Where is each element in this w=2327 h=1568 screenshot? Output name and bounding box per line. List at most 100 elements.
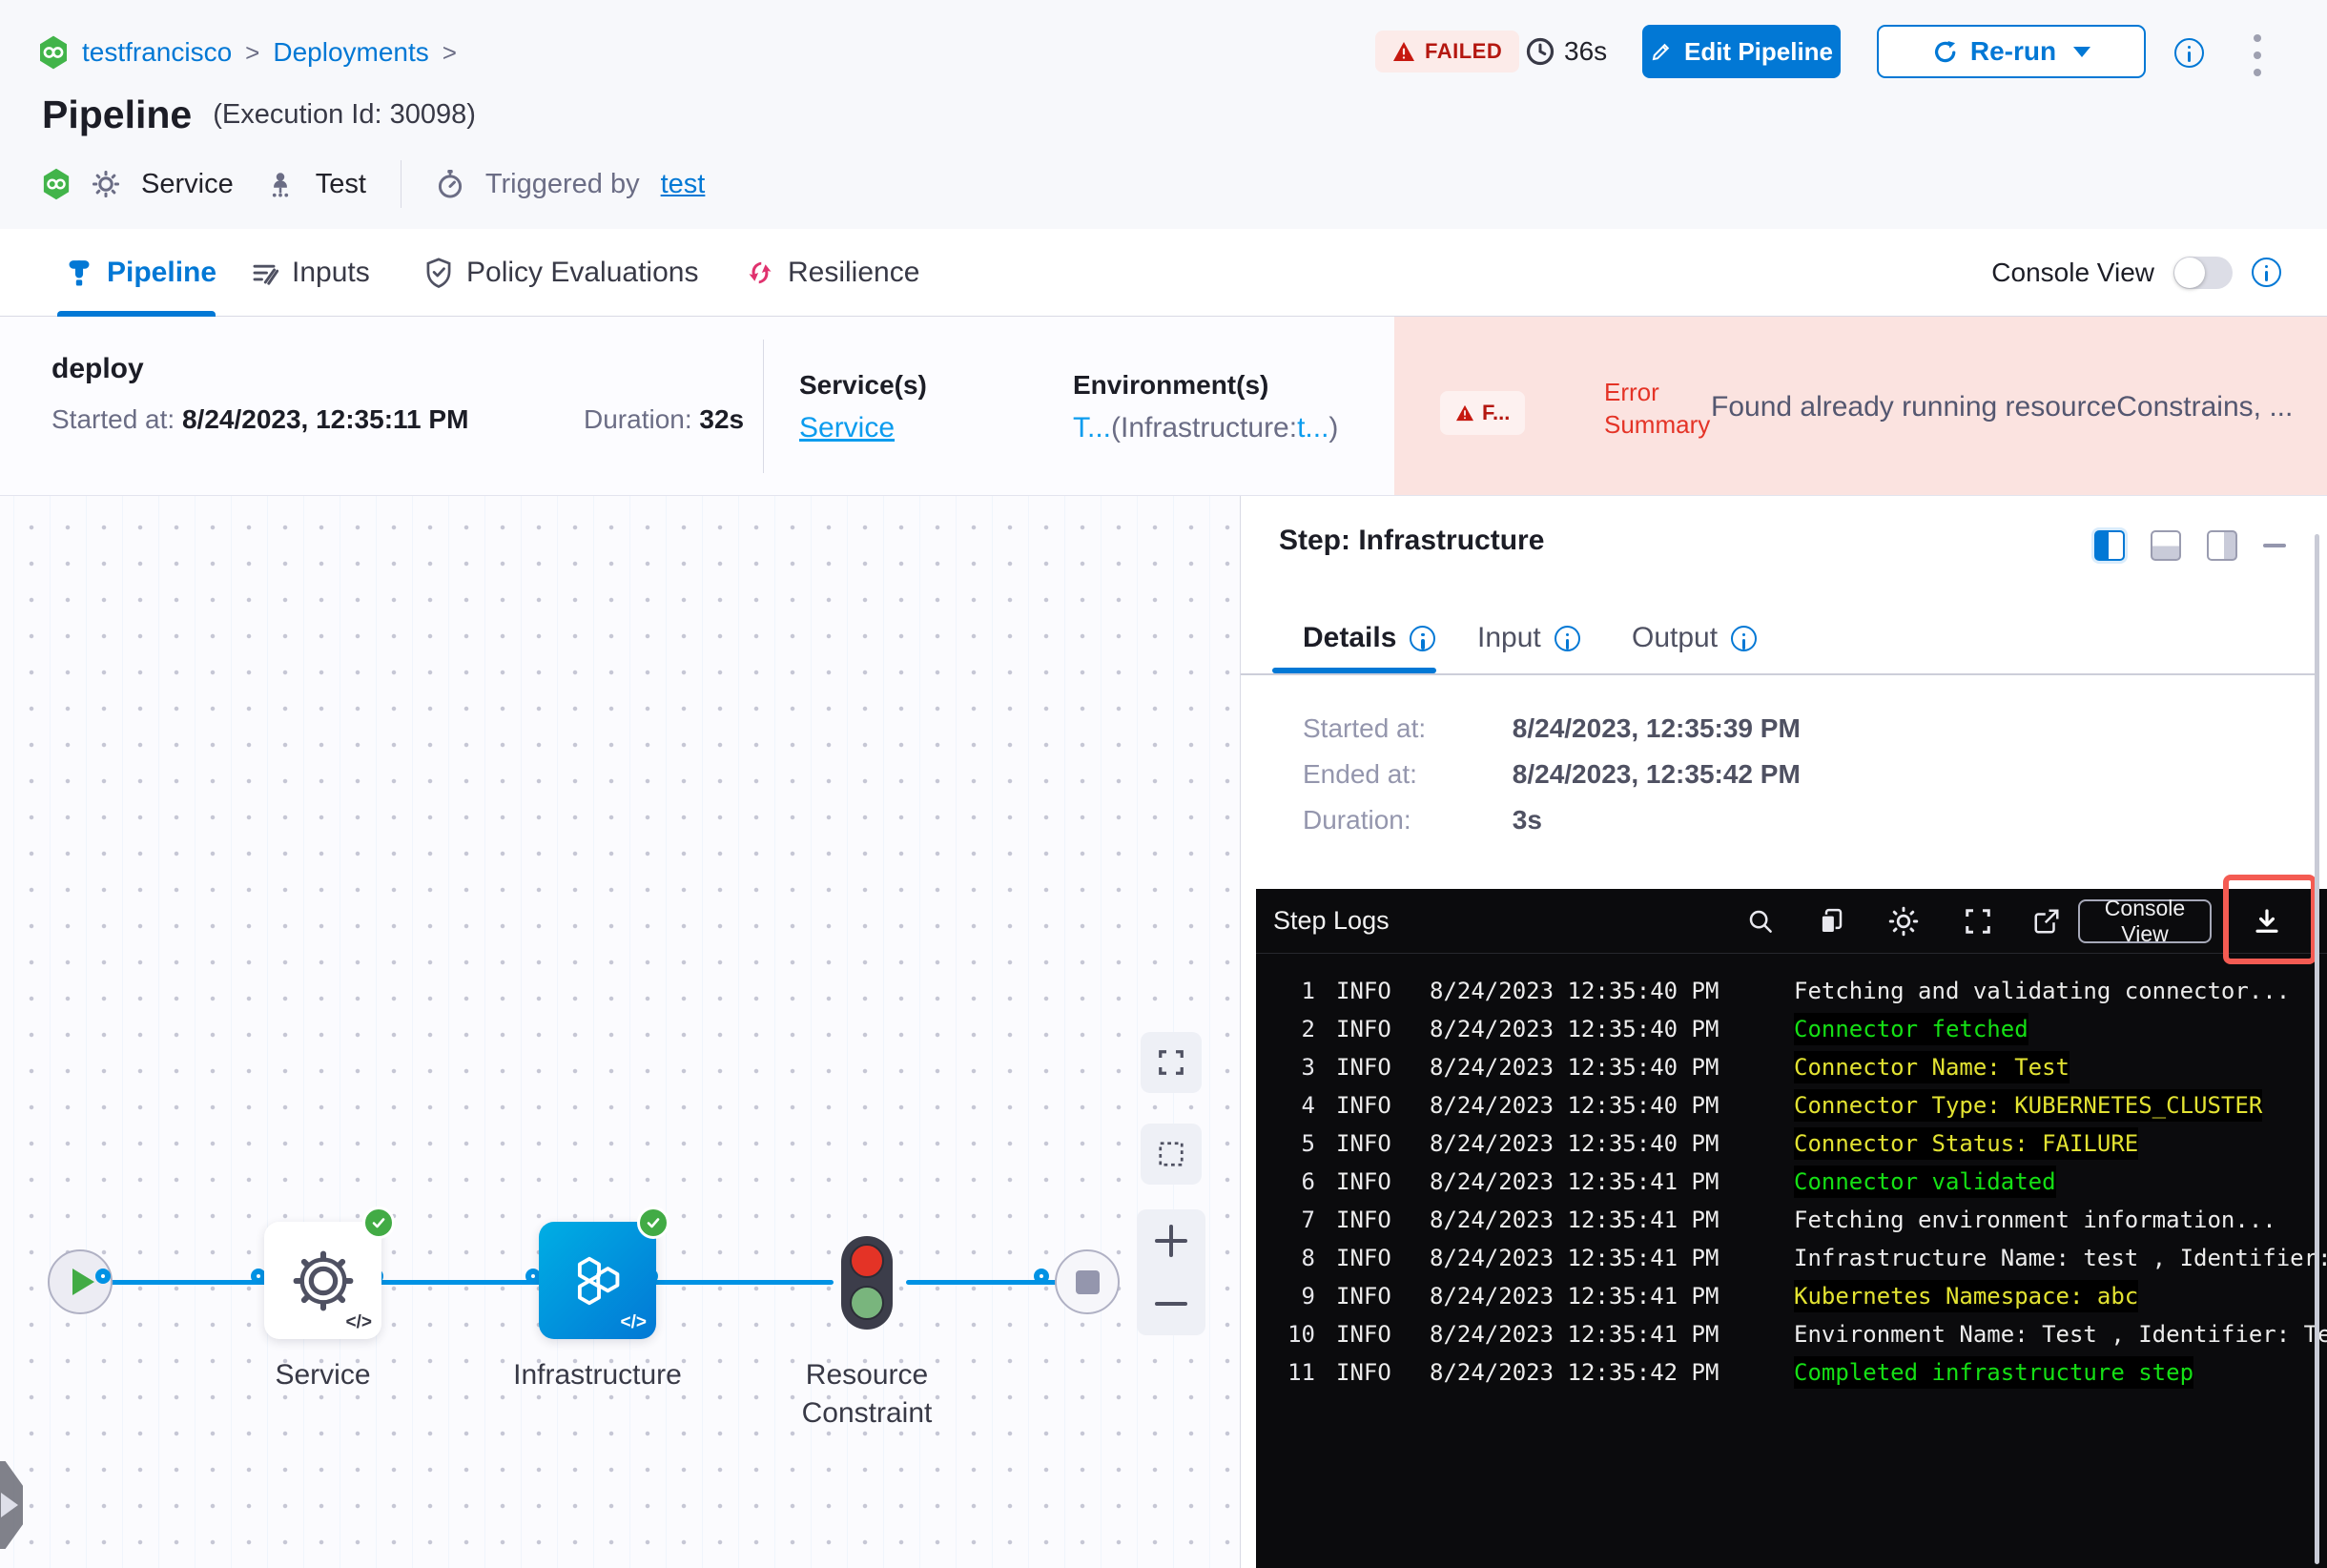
meta-environment-label: Test: [315, 168, 366, 199]
log-line-number: 6: [1301, 1168, 1315, 1195]
log-search-button[interactable]: [1744, 905, 1777, 938]
log-timestamp: 8/24/2023 12:35:40 PM: [1430, 1054, 1720, 1081]
harness-cd-icon: [43, 168, 70, 200]
environment-icon: [272, 173, 288, 197]
service-step-node[interactable]: </>: [264, 1207, 395, 1339]
more-options-menu[interactable]: [2241, 34, 2274, 76]
started-at-label: Started at:: [51, 404, 175, 434]
pipeline-icon: [69, 259, 90, 286]
tab-input[interactable]: Input: [1477, 609, 1580, 668]
step-logs-body[interactable]: 1 INFO 8/24/2023 12:35:40 PM Fetching and v…: [1256, 955, 2327, 1568]
tab-details[interactable]: Details: [1303, 609, 1436, 668]
execution-id: (Execution Id: 30098): [213, 98, 476, 130]
environment-close-paren: ): [1328, 412, 1339, 444]
tab-inputs[interactable]: Inputs: [250, 229, 370, 316]
detail-row-ended: Ended at: 8/24/2023, 12:35:42 PM: [1303, 759, 1801, 790]
tab-policy-evaluations-label: Policy Evaluations: [466, 256, 699, 288]
log-level: INFO: [1336, 1130, 1391, 1157]
pipeline-graph-canvas[interactable]: </> </> Service Infrastructure Resource …: [0, 496, 1240, 1568]
error-summary-zone: F... Error Summary Found already running…: [1394, 317, 2327, 495]
layout-bottom-view-button[interactable]: [2151, 530, 2181, 561]
inputs-icon: [253, 264, 278, 285]
log-timestamp: 8/24/2023 12:35:40 PM: [1430, 1016, 1720, 1042]
breadcrumb-project-link[interactable]: testfrancisco: [82, 37, 232, 68]
clock-icon: [1526, 37, 1555, 66]
harness-cd-icon: [40, 35, 67, 70]
log-download-button[interactable]: [2248, 903, 2286, 941]
shield-check-icon: [426, 257, 451, 288]
console-view-info-icon[interactable]: [2252, 258, 2281, 287]
toggle-knob: [2174, 257, 2205, 288]
zoom-in-button[interactable]: [1137, 1209, 1205, 1272]
chevron-right-icon: [1, 1493, 18, 1517]
log-copy-button[interactable]: [1815, 905, 1847, 938]
log-timestamp: 8/24/2023 12:35:42 PM: [1430, 1359, 1720, 1386]
resource-constraint-node[interactable]: [841, 1236, 893, 1330]
meta-service-label: Service: [141, 168, 234, 199]
elapsed-time-value: 36s: [1564, 36, 1608, 66]
tab-input-label: Input: [1477, 622, 1541, 653]
service-link[interactable]: Service: [799, 412, 895, 444]
stopwatch-icon: [438, 169, 462, 198]
canvas-select-button[interactable]: [1141, 1124, 1202, 1185]
meta-divider: [400, 160, 402, 208]
log-line-number: 9: [1301, 1283, 1315, 1310]
breadcrumb-deployments-link[interactable]: Deployments: [273, 37, 428, 68]
log-level: INFO: [1336, 1245, 1391, 1271]
infrastructure-step-node[interactable]: </>: [539, 1207, 669, 1339]
log-line-number: 10: [1287, 1321, 1315, 1348]
panel-scrollbar[interactable]: [2315, 534, 2319, 1564]
tab-output-label: Output: [1632, 622, 1719, 653]
execution-tabbar: Pipeline Inputs Policy Evaluations Resil…: [0, 229, 2327, 317]
canvas-fullscreen-button[interactable]: [1141, 1032, 1202, 1093]
duration-value: 32s: [699, 404, 745, 434]
log-timestamp: 8/24/2023 12:35:40 PM: [1430, 1130, 1720, 1157]
tab-pipeline[interactable]: Pipeline: [65, 229, 216, 316]
environment-value: T...(Infrastructure:t...): [1073, 412, 1338, 444]
step-panel-title: Step: Infrastructure: [1279, 525, 1545, 556]
detail-ended-value: 8/24/2023, 12:35:42 PM: [1512, 759, 1801, 789]
rerun-button[interactable]: Re-run: [1877, 25, 2146, 78]
service-node-label: Service: [275, 1359, 371, 1391]
infrastructure-link[interactable]: t...: [1297, 412, 1328, 444]
edit-pipeline-button[interactable]: Edit Pipeline: [1642, 25, 1841, 78]
pipeline-end-node[interactable]: [1055, 1249, 1120, 1314]
breadcrumb-separator: >: [442, 37, 457, 67]
log-level: INFO: [1336, 1321, 1391, 1348]
log-console-view-button[interactable]: Console View: [2078, 896, 2212, 946]
log-fullscreen-button[interactable]: [1962, 905, 1994, 938]
step-yaml-glyph: </>: [345, 1312, 372, 1332]
console-view-toggle[interactable]: [2173, 256, 2233, 289]
input-info-icon[interactable]: [1554, 625, 1580, 651]
layout-right-view-button[interactable]: [2207, 530, 2237, 561]
log-message: Infrastructure Name: test , Identifier:: [1794, 1245, 2327, 1271]
tab-policy-evaluations[interactable]: Policy Evaluations: [424, 229, 698, 316]
stage-name: deploy: [51, 353, 144, 384]
log-timestamp: 8/24/2023 12:35:41 PM: [1430, 1283, 1720, 1310]
infrastructure-hexagons-icon: [577, 1256, 619, 1305]
trigger-user-link[interactable]: test: [661, 169, 706, 200]
expand-left-panel-handle[interactable]: [0, 1461, 23, 1549]
environment-infra-text: (Infrastructure:: [1111, 412, 1298, 444]
tab-resilience[interactable]: Resilience: [746, 229, 919, 316]
rerun-info-icon[interactable]: [2174, 38, 2204, 68]
fullscreen-icon: [1966, 909, 1990, 934]
log-level: INFO: [1336, 1207, 1391, 1233]
step-logs-console: Step Logs Console View 1 INFO 8/24/2023 …: [1256, 875, 2327, 1568]
log-timestamp: 8/24/2023 12:35:41 PM: [1430, 1168, 1720, 1195]
environment-link[interactable]: T...: [1073, 412, 1111, 444]
stage-started-at: Started at: 8/24/2023, 12:35:11 PM: [51, 404, 468, 435]
infrastructure-node-label: Infrastructure: [513, 1359, 682, 1391]
tab-output[interactable]: Output: [1632, 609, 1758, 668]
output-info-icon[interactable]: [1731, 625, 1758, 651]
detail-started-value: 8/24/2023, 12:35:39 PM: [1512, 713, 1801, 743]
details-info-icon[interactable]: [1410, 625, 1436, 651]
minimize-panel-button[interactable]: [2263, 544, 2286, 547]
log-open-new-tab-button[interactable]: [2030, 905, 2063, 938]
log-timestamp: 8/24/2023 12:35:40 PM: [1430, 978, 1720, 1004]
detail-started-label: Started at:: [1303, 713, 1427, 743]
log-message: Connector validated: [1794, 1166, 2056, 1198]
zoom-out-button[interactable]: [1137, 1272, 1205, 1335]
log-settings-button[interactable]: [1887, 905, 1920, 938]
layout-split-view-button[interactable]: [2094, 530, 2125, 561]
